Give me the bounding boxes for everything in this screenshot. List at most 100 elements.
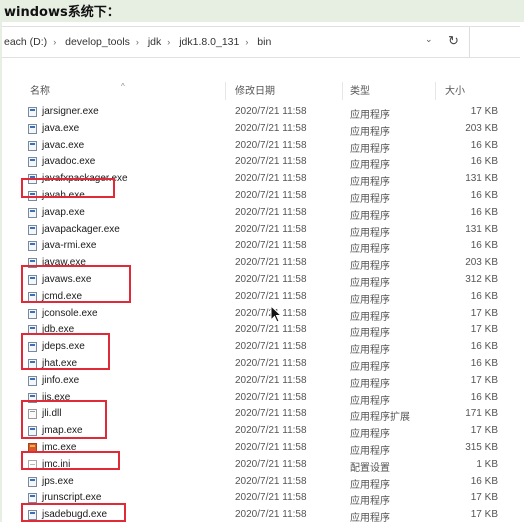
file-type: 应用程序 — [350, 328, 390, 340]
chevron-down-icon[interactable]: ⌄ — [425, 34, 435, 46]
file-type: 应用程序 — [350, 311, 390, 323]
explorer-window: each (D:) › develop_tools › jdk › jdk1.8.0_… — [2, 22, 524, 522]
file-type: 应用程序 — [350, 294, 390, 306]
file-type: 应用程序 — [350, 227, 390, 239]
column-type[interactable]: 类型 — [350, 82, 370, 97]
file-date: 2020/7/21 11:58 — [235, 357, 307, 369]
file-name: jarsigner.exe — [42, 106, 99, 117]
file-row[interactable]: jconsole.exe 2020/7/21 11:58 应用程序 17 KB — [2, 306, 520, 323]
file-size: 17 KB — [470, 509, 498, 521]
file-size: 131 KB — [465, 173, 498, 185]
file-type: 应用程序 — [350, 244, 390, 256]
file-date: 2020/7/21 11:58 — [235, 240, 307, 252]
highlight-box — [21, 265, 131, 303]
file-size: 16 KB — [470, 341, 498, 353]
file-type: 应用程序 — [350, 143, 390, 155]
file-type: 应用程序 — [350, 445, 390, 457]
file-type: 应用程序 — [350, 429, 390, 441]
breadcrumb-jdk-version[interactable]: jdk1.8.0_131 — [179, 36, 239, 48]
file-size: 1 KB — [476, 458, 498, 470]
caption: windows系统下： — [4, 5, 120, 20]
file-type: 应用程序 — [350, 496, 390, 508]
file-row[interactable]: jarsigner.exe 2020/7/21 11:58 应用程序 17 KB — [2, 104, 520, 121]
file-date: 2020/7/21 11:58 — [235, 189, 307, 201]
file-date: 2020/7/21 11:58 — [235, 173, 307, 185]
file-type: 应用程序 — [350, 193, 390, 205]
breadcrumb-jdk[interactable]: jdk — [148, 36, 161, 48]
highlight-box — [21, 178, 115, 198]
file-size: 16 KB — [470, 206, 498, 218]
file-type: 应用程序 — [350, 110, 390, 121]
file-date: 2020/7/21 11:58 — [235, 374, 307, 386]
file-date: 2020/7/21 11:58 — [235, 458, 307, 470]
file-type: 应用程序 — [350, 378, 390, 390]
exe-icon — [28, 476, 37, 487]
file-date: 2020/7/21 11:58 — [235, 106, 307, 117]
file-date: 2020/7/21 11:58 — [235, 441, 307, 453]
file-type: 配置设置 — [350, 462, 390, 474]
refresh-icon[interactable]: ↻ — [448, 33, 462, 48]
file-size: 312 KB — [465, 273, 498, 285]
file-type: 应用程序 — [350, 126, 390, 138]
file-size: 17 KB — [470, 106, 498, 117]
column-size[interactable]: 大小 — [445, 82, 465, 97]
exe-icon — [28, 224, 37, 235]
file-size: 203 KB — [465, 122, 498, 134]
chevron-right-icon: › — [53, 37, 57, 47]
file-name: jconsole.exe — [42, 307, 98, 319]
file-type: 应用程序 — [350, 395, 390, 407]
file-type: 应用程序 — [350, 210, 390, 222]
exe-icon — [28, 107, 37, 117]
breadcrumb-develop-tools[interactable]: develop_tools — [65, 36, 130, 48]
column-divider[interactable] — [225, 82, 226, 100]
column-divider[interactable] — [435, 82, 436, 100]
file-type: 应用程序 — [350, 160, 390, 172]
file-type: 应用程序 — [350, 345, 390, 357]
column-name[interactable]: 名称 — [30, 82, 50, 97]
exe-icon — [28, 123, 37, 134]
file-size: 16 KB — [470, 391, 498, 403]
file-size: 16 KB — [470, 189, 498, 201]
file-row[interactable]: jinfo.exe 2020/7/21 11:58 应用程序 17 KB — [2, 373, 520, 390]
file-date: 2020/7/21 11:58 — [235, 156, 307, 168]
file-row[interactable]: javap.exe 2020/7/21 11:58 应用程序 16 KB — [2, 205, 520, 222]
file-type: 应用程序 — [350, 361, 390, 373]
divider — [469, 27, 470, 57]
file-date: 2020/7/21 11:58 — [235, 122, 307, 134]
chevron-right-icon: › — [167, 37, 171, 47]
file-row[interactable]: javac.exe 2020/7/21 11:58 应用程序 16 KB — [2, 138, 520, 155]
highlight-box — [21, 400, 107, 439]
file-name: javap.exe — [42, 206, 85, 218]
exe-icon — [28, 140, 37, 151]
file-size: 16 KB — [470, 290, 498, 302]
file-size: 17 KB — [470, 307, 498, 319]
file-row[interactable]: java.exe 2020/7/21 11:58 应用程序 203 KB — [2, 121, 520, 138]
file-row[interactable]: javadoc.exe 2020/7/21 11:58 应用程序 16 KB — [2, 154, 520, 171]
file-size: 17 KB — [470, 374, 498, 386]
file-name: java-rmi.exe — [42, 240, 97, 252]
breadcrumb-bin[interactable]: bin — [257, 36, 271, 48]
sort-arrow-icon: ^ — [121, 82, 125, 91]
file-date: 2020/7/21 11:58 — [235, 223, 307, 235]
file-date: 2020/7/21 11:58 — [235, 509, 307, 521]
highlight-box — [21, 503, 126, 522]
file-name: javapackager.exe — [42, 223, 120, 235]
file-size: 131 KB — [465, 223, 498, 235]
breadcrumb-drive[interactable]: each (D:) — [4, 36, 47, 48]
exe-icon — [28, 493, 37, 504]
file-row[interactable]: javapackager.exe 2020/7/21 11:58 应用程序 131 K… — [2, 222, 520, 239]
column-date[interactable]: 修改日期 — [235, 82, 275, 97]
column-divider[interactable] — [342, 82, 343, 100]
file-date: 2020/7/21 11:58 — [235, 257, 307, 269]
address-bar[interactable]: each (D:) › develop_tools › jdk › jdk1.8.0_… — [2, 26, 520, 58]
file-date: 2020/7/21 11:58 — [235, 273, 307, 285]
file-date: 2020/7/21 11:58 — [235, 341, 307, 353]
file-date: 2020/7/21 11:58 — [235, 408, 307, 420]
file-size: 315 KB — [465, 441, 498, 453]
file-date: 2020/7/21 11:58 — [235, 290, 307, 302]
file-row[interactable]: java-rmi.exe 2020/7/21 11:58 应用程序 16 KB — [2, 238, 520, 255]
exe-icon — [28, 241, 37, 252]
chevron-right-icon: › — [135, 37, 139, 47]
exe-icon — [28, 157, 37, 168]
file-row[interactable]: jps.exe 2020/7/21 11:58 应用程序 16 KB — [2, 474, 520, 491]
